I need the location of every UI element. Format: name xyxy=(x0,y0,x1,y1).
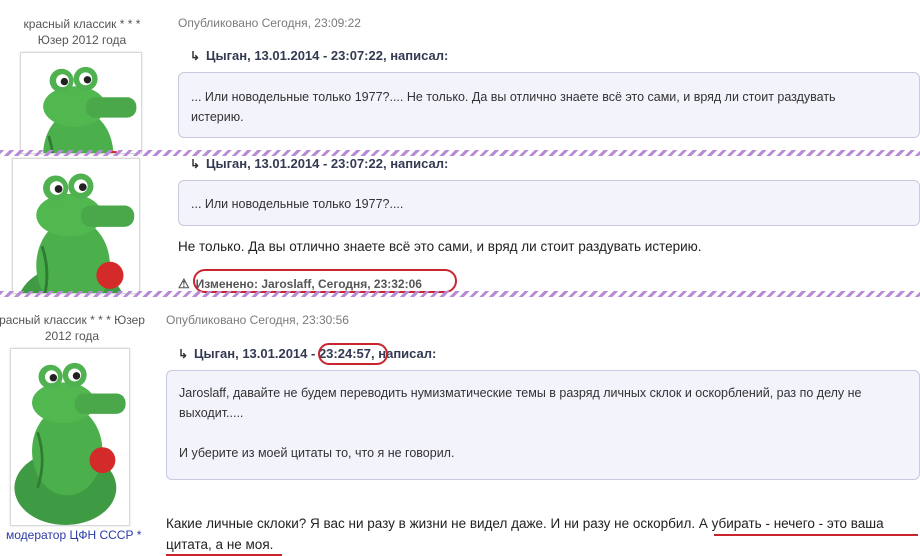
crocodile-avatar-icon xyxy=(24,65,138,153)
post1-published: Опубликовано Сегодня, 23:09:22 xyxy=(178,16,361,30)
post1-quote-line: истерию. xyxy=(191,110,244,124)
post1-user-rank: красный классик * * * Юзер 2012 года xyxy=(12,16,152,48)
post3-quote-header: ↳ Цыган, 13.01.2014 - 23:24:57, написал: xyxy=(178,346,437,361)
quote-arrow-icon: ↳ xyxy=(190,49,201,63)
post3-body-line1: Какие личные склоки? Я вас ни разу в жиз… xyxy=(166,516,884,531)
underline-highlight-1 xyxy=(714,534,918,536)
post2-quote-header: ↳ Цыган, 13.01.2014 - 23:07:22, написал: xyxy=(190,156,449,171)
post3-quote-box: Jaroslaff, давайте не будем переводить н… xyxy=(166,370,920,480)
post3-quote-line xyxy=(179,423,907,443)
post3-body-line2: цитата, а не моя. xyxy=(166,537,274,552)
post3-rank-subtitle: 2012 года xyxy=(44,329,100,343)
post2-quote-box: ... Или новодельные только 1977?.... xyxy=(178,180,920,226)
post1-quote-line: ... Или новодельные только 1977?.... Не … xyxy=(191,90,836,104)
divider-bottom xyxy=(0,291,920,297)
post2-body-text: Не только. Да вы отлично знаете всё это … xyxy=(178,239,702,254)
post1-quote-box: ... Или новодельные только 1977?.... Не … xyxy=(178,72,920,138)
post3-published: Опубликовано Сегодня, 23:30:56 xyxy=(166,313,349,327)
edited-highlight-oval xyxy=(193,269,457,293)
warning-icon: ⚠ xyxy=(178,276,190,291)
quote-time-highlight-oval xyxy=(318,343,388,365)
quote-arrow-icon: ↳ xyxy=(190,157,201,171)
post3-quote-line: выходит..... xyxy=(179,406,244,420)
post2-quote-text: ... Или новодельные только 1977?.... xyxy=(191,197,404,211)
post3-avatar[interactable] xyxy=(10,348,130,526)
post1-avatar[interactable] xyxy=(20,52,142,154)
post3-user-rank: расный классик * * * Юзер 2012 года xyxy=(0,312,148,344)
post2-avatar[interactable] xyxy=(12,158,140,294)
post1-rank-title: красный классик * * * xyxy=(23,17,141,31)
post1-quote-header: ↳ Цыган, 13.01.2014 - 23:07:22, написал: xyxy=(190,48,449,63)
divider-top xyxy=(0,150,920,156)
crocodile-avatar-icon xyxy=(16,172,136,293)
post3-quote-line: И уберите из моей цитаты то, что я не го… xyxy=(179,446,455,460)
crocodile-avatar-icon xyxy=(13,361,127,525)
post3-rank-title: расный классик * * * Юзер xyxy=(0,313,145,327)
post3-quote-line: Jaroslaff, давайте не будем переводить н… xyxy=(179,386,862,400)
post1-rank-subtitle: Юзер 2012 года xyxy=(37,33,127,47)
post3-moderator-link[interactable]: модератор ЦФН СССР * xyxy=(6,528,141,542)
quote-arrow-icon: ↳ xyxy=(178,347,189,361)
